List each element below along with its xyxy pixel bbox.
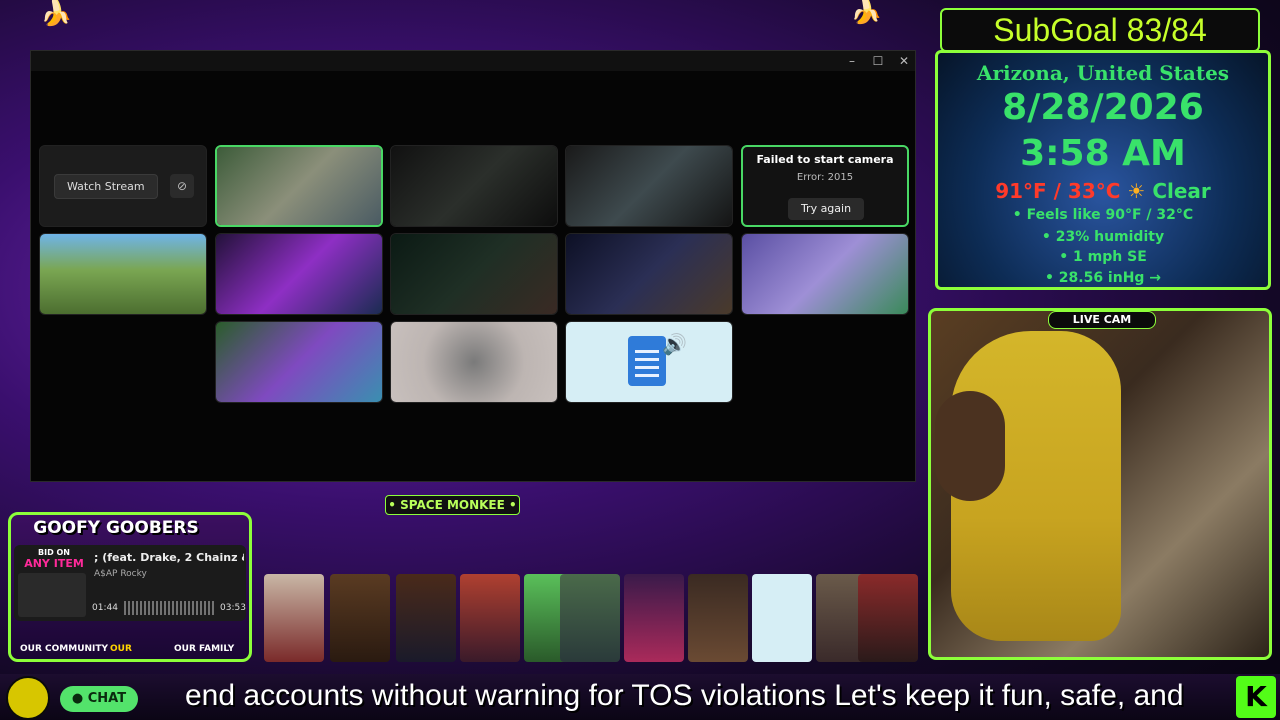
track-artist: A$AP Rocky [94, 569, 147, 579]
avatar [330, 574, 390, 662]
document-speaker-icon [628, 336, 666, 386]
now-playing-widget: BID ON ANY ITEM ; (feat. Drake, 2 Chainz… [14, 545, 246, 621]
banana-decoration-icon: 🍌 [850, 0, 883, 26]
waveform-progress [124, 601, 216, 615]
stream-tile[interactable] [390, 145, 558, 227]
ticker-text: end accounts without warning for TOS vio… [185, 679, 1185, 712]
stream-tile[interactable] [565, 233, 733, 315]
date-text: 8/28/2026 [1002, 87, 1204, 128]
try-again-button[interactable]: Try again [788, 198, 864, 220]
feels-like-text: • Feels like 90°F / 32°C [1012, 207, 1194, 223]
stream-tile[interactable] [390, 321, 558, 403]
goobers-footer: OUR COMMUNITY OUR OUR FAMILY [12, 644, 248, 658]
goobers-title: GOOFY GOOBERS [33, 518, 199, 538]
stream-tile[interactable] [741, 233, 909, 315]
duck-avatar [6, 676, 50, 720]
banana-decoration-icon: 🍌 [40, 0, 73, 28]
avatar [858, 574, 918, 662]
space-monkee-label: • SPACE MONKEE • [385, 495, 520, 515]
track-elapsed: 01:44 [92, 603, 118, 613]
avatar-strip [264, 574, 918, 662]
window-titlebar: – ☐ ✕ [31, 51, 915, 71]
camera-error-tile: Failed to start camera Error: 2015 Try a… [741, 145, 909, 227]
close-button[interactable]: ✕ [893, 53, 915, 69]
avatar [560, 574, 620, 662]
stream-tile[interactable] [215, 321, 383, 403]
maximize-button[interactable]: ☐ [867, 53, 889, 69]
stream-tile[interactable] [565, 145, 733, 227]
chat-bubble-icon: ● [71, 691, 88, 706]
stream-tile[interactable] [215, 145, 383, 227]
kick-logo: K [1236, 676, 1276, 718]
location-text: Arizona, United States [976, 61, 1230, 85]
avatar [460, 574, 520, 662]
stream-tile[interactable] [39, 233, 207, 315]
track-duration: 03:53 [220, 603, 246, 613]
footer-family: OUR FAMILY [174, 644, 235, 654]
condition-text: Clear [1152, 179, 1211, 203]
avatar [264, 574, 324, 662]
avatar [624, 574, 684, 662]
pressure-text: • 28.56 inHg → [1044, 270, 1162, 286]
bid-item-label: ANY ITEM [24, 557, 84, 570]
live-cam-feed [928, 308, 1272, 660]
avatar [688, 574, 748, 662]
watch-stream-tile[interactable]: Watch Stream ⊘ [39, 145, 207, 227]
wind-text: • 1 mph SE [1059, 249, 1147, 265]
audio-only-tile[interactable]: 🔊 [565, 321, 733, 403]
stream-window: – ☐ ✕ Watch Stream ⊘ Failed to start cam… [30, 50, 916, 482]
humidity-text: • 23% humidity [1041, 229, 1165, 245]
track-title: ; (feat. Drake, 2 Chainz & Ken [94, 551, 244, 564]
avatar [752, 574, 812, 662]
time-text: 3:58 AM [1020, 133, 1186, 174]
speaker-icon: 🔊 [662, 332, 687, 356]
bid-on-label: BID ON [38, 548, 70, 557]
chat-button[interactable]: ● CHAT [60, 686, 138, 712]
temperature-row: 91°F / 33°C ☀ Clear [938, 179, 1268, 203]
album-art [18, 573, 86, 617]
temperature-text: 91°F / 33°C [995, 179, 1121, 203]
minimize-button[interactable]: – [841, 53, 863, 69]
streamer-face [935, 391, 1005, 501]
stream-tile[interactable] [390, 233, 558, 315]
weather-info-panel: Arizona, United States 8/28/2026 3:58 AM… [935, 50, 1271, 290]
error-title: Failed to start camera [756, 153, 894, 166]
sun-icon: ☀ [1127, 179, 1153, 203]
subgoal-counter: SubGoal 83/84 [940, 8, 1260, 52]
stream-tile[interactable] [215, 233, 383, 315]
error-code: Error: 2015 [796, 172, 854, 183]
live-cam-label: LIVE CAM [1048, 311, 1156, 329]
avatar [396, 574, 456, 662]
footer-our: OUR [110, 644, 132, 654]
chat-label: CHAT [87, 691, 127, 706]
eye-slash-icon[interactable]: ⊘ [170, 174, 194, 198]
footer-community: OUR COMMUNITY [20, 644, 109, 654]
watch-stream-button[interactable]: Watch Stream [54, 174, 158, 199]
